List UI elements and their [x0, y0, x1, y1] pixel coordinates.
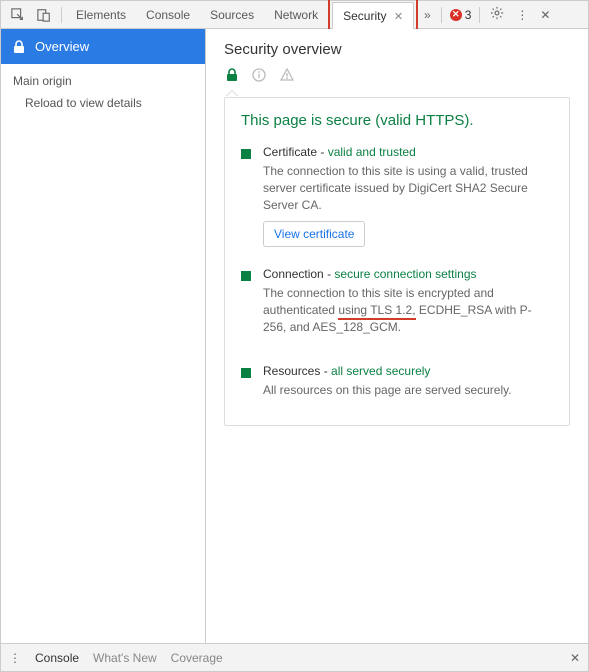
certificate-title: Certificate - valid and trusted	[263, 145, 553, 159]
cert-status: valid and trusted	[328, 145, 416, 159]
resources-block: Resources - all served securely All reso…	[241, 364, 553, 407]
connection-block: Connection - secure connection settings …	[241, 267, 553, 343]
security-content: Security overview This page is secure (v…	[206, 29, 588, 643]
more-tabs-chevron-icon[interactable]: »	[418, 4, 437, 26]
inspect-element-icon[interactable]	[5, 4, 31, 26]
tab-network[interactable]: Network	[264, 2, 328, 28]
lock-icon	[226, 68, 238, 85]
page-title: Security overview	[224, 41, 570, 58]
separator	[61, 7, 62, 23]
security-state-icons	[224, 68, 570, 85]
drawer-tab-coverage[interactable]: Coverage	[171, 651, 223, 665]
kebab-menu-icon[interactable]: ⋮	[510, 4, 534, 26]
drawer-bar: ⋮ Console What's New Coverage ✕	[1, 643, 588, 671]
res-status: all served securely	[331, 364, 430, 378]
connection-description: The connection to this site is encrypted…	[263, 285, 553, 335]
status-square-icon	[241, 149, 251, 159]
drawer-tab-console[interactable]: Console	[35, 651, 79, 665]
secure-summary: This page is secure (valid HTTPS).	[241, 112, 553, 129]
warning-icon	[280, 68, 294, 85]
separator	[479, 7, 480, 23]
sidebar-reload-message: Reload to view details	[1, 92, 205, 114]
certificate-description: The connection to this site is using a v…	[263, 163, 553, 213]
resources-description: All resources on this page are served se…	[263, 382, 553, 399]
tab-security[interactable]: Security ✕	[332, 2, 414, 29]
lock-icon	[13, 40, 25, 54]
main-area: Overview Main origin Reload to view deta…	[1, 29, 588, 643]
annotation-highlight: Security ✕	[328, 0, 418, 32]
certificate-block: Certificate - valid and trusted The conn…	[241, 145, 553, 247]
sidebar-item-overview[interactable]: Overview	[1, 29, 205, 64]
resources-title: Resources - all served securely	[263, 364, 553, 378]
tab-console[interactable]: Console	[136, 2, 200, 28]
security-sidebar: Overview Main origin Reload to view deta…	[1, 29, 206, 643]
close-devtools-icon[interactable]: ✕	[534, 4, 556, 26]
res-label: Resources	[263, 364, 320, 378]
connection-title: Connection - secure connection settings	[263, 267, 553, 281]
close-icon[interactable]: ✕	[394, 11, 403, 23]
error-circle-icon: ✕	[450, 9, 462, 21]
error-count: 3	[465, 8, 472, 22]
callout-pointer	[226, 91, 238, 97]
devtools-tab-bar: Elements Console Sources Network Securit…	[1, 1, 588, 29]
conn-status: secure connection settings	[334, 267, 476, 281]
kebab-menu-icon[interactable]: ⋮	[9, 651, 21, 665]
tab-security-label: Security	[343, 9, 386, 23]
close-drawer-icon[interactable]: ✕	[570, 651, 580, 665]
status-square-icon	[241, 271, 251, 281]
sidebar-main-origin-header: Main origin	[1, 64, 205, 92]
separator	[441, 7, 442, 23]
tab-sources[interactable]: Sources	[200, 2, 264, 28]
overview-label: Overview	[35, 39, 89, 54]
status-square-icon	[241, 368, 251, 378]
info-icon	[252, 68, 266, 85]
error-badge[interactable]: ✕ 3	[446, 6, 476, 24]
view-certificate-button[interactable]: View certificate	[263, 221, 365, 247]
device-toolbar-icon[interactable]	[31, 4, 57, 26]
annotation-underline: using TLS 1.2,	[338, 303, 415, 320]
settings-gear-icon[interactable]	[484, 2, 510, 27]
security-callout: This page is secure (valid HTTPS). Certi…	[224, 97, 570, 426]
cert-label: Certificate	[263, 145, 317, 159]
conn-label: Connection	[263, 267, 324, 281]
tab-elements[interactable]: Elements	[66, 2, 136, 28]
drawer-tab-whatsnew[interactable]: What's New	[93, 651, 157, 665]
